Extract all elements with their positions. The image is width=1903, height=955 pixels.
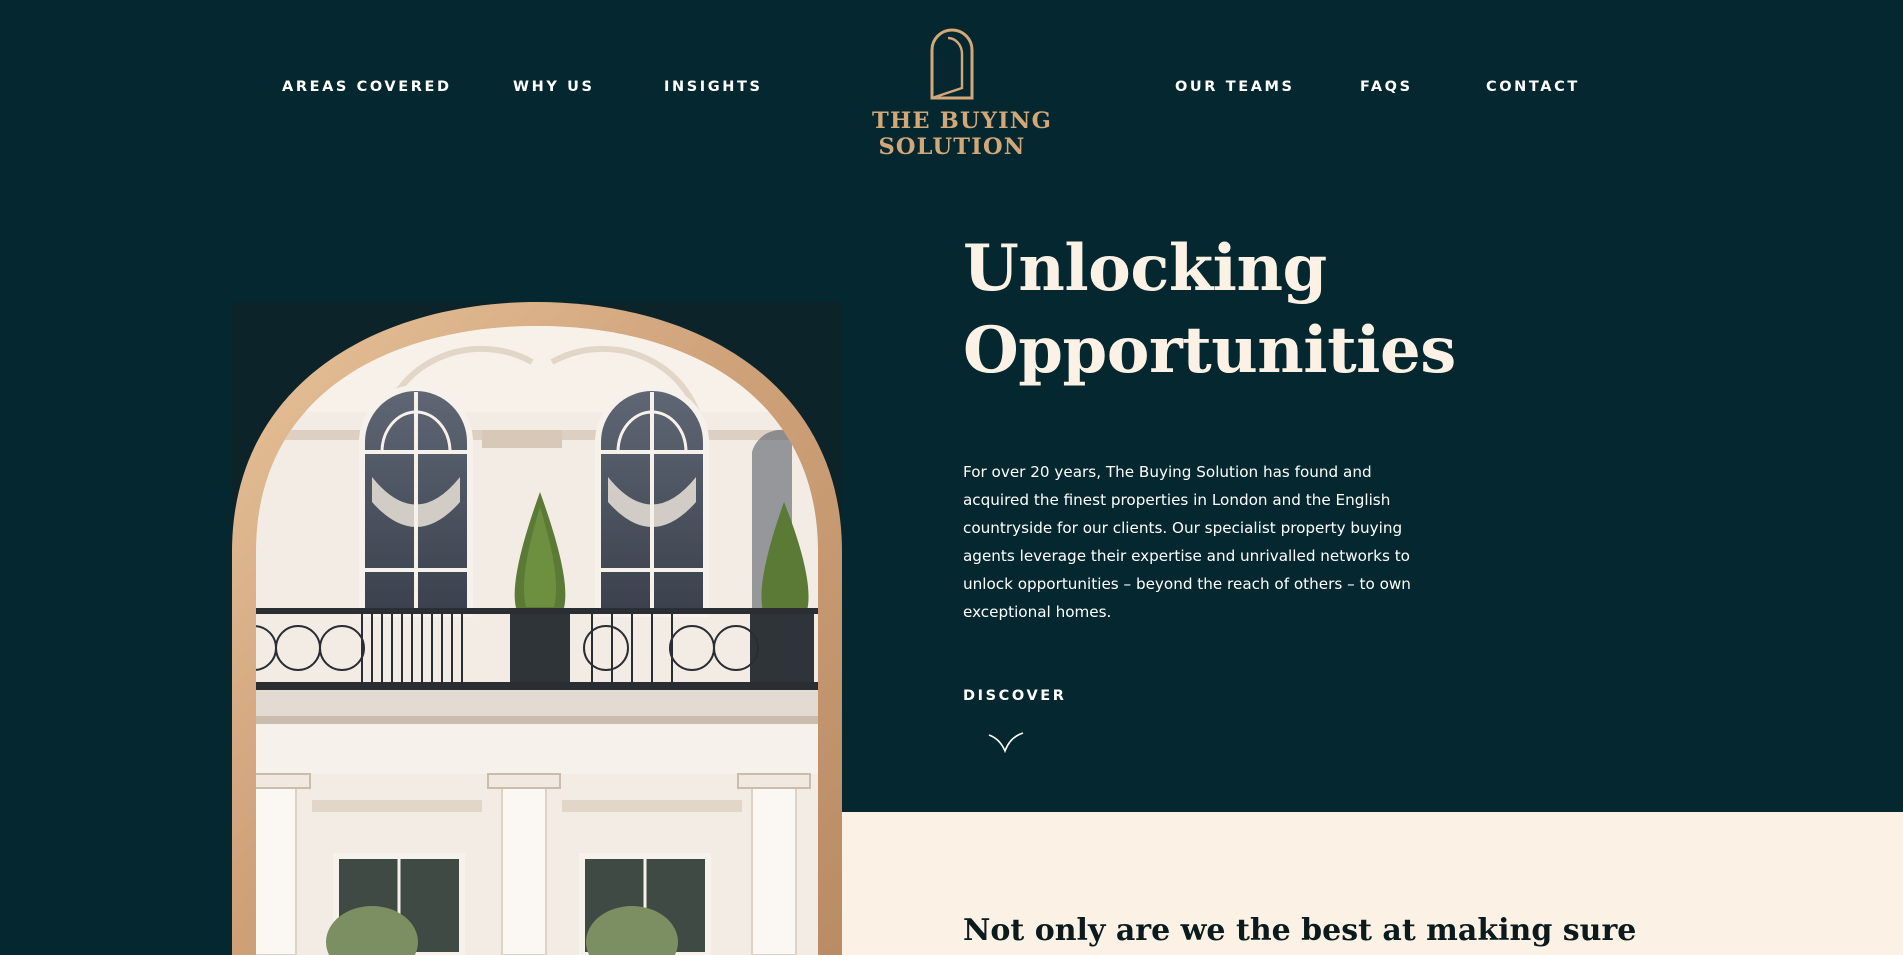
nav-contact[interactable]: CONTACT bbox=[1486, 79, 1580, 95]
discover-link[interactable]: DISCOVER bbox=[963, 688, 1067, 704]
section-heading: Not only are we the best at making sure bbox=[963, 913, 1637, 948]
nav-our-teams[interactable]: OUR TEAMS bbox=[1175, 79, 1295, 95]
nav-faqs[interactable]: FAQS bbox=[1360, 79, 1413, 95]
logo-text-line1: THE BUYING bbox=[872, 108, 1052, 134]
hero-title-line1: Unlocking bbox=[963, 231, 1327, 306]
arched-door-icon bbox=[930, 28, 974, 100]
nav-areas-covered[interactable]: AREAS COVERED bbox=[282, 79, 452, 95]
logo-text-line2: SOLUTION bbox=[878, 134, 1026, 160]
nav-why-us[interactable]: WHY US bbox=[513, 79, 595, 95]
hero-title-line2: Opportunities bbox=[963, 313, 1456, 388]
arched-window-facade-photo bbox=[232, 302, 842, 955]
site-logo[interactable]: THE BUYING SOLUTION bbox=[872, 28, 1052, 164]
hero-description: For over 20 years, The Buying Solution h… bbox=[963, 463, 1411, 621]
intro-section: Not only are we the best at making sure bbox=[842, 812, 1903, 955]
hero-title: Unlocking Opportunities bbox=[963, 228, 1663, 392]
nav-insights[interactable]: INSIGHTS bbox=[664, 79, 763, 95]
hero-image-panel bbox=[232, 302, 842, 955]
chevron-down-icon[interactable] bbox=[988, 731, 1024, 753]
